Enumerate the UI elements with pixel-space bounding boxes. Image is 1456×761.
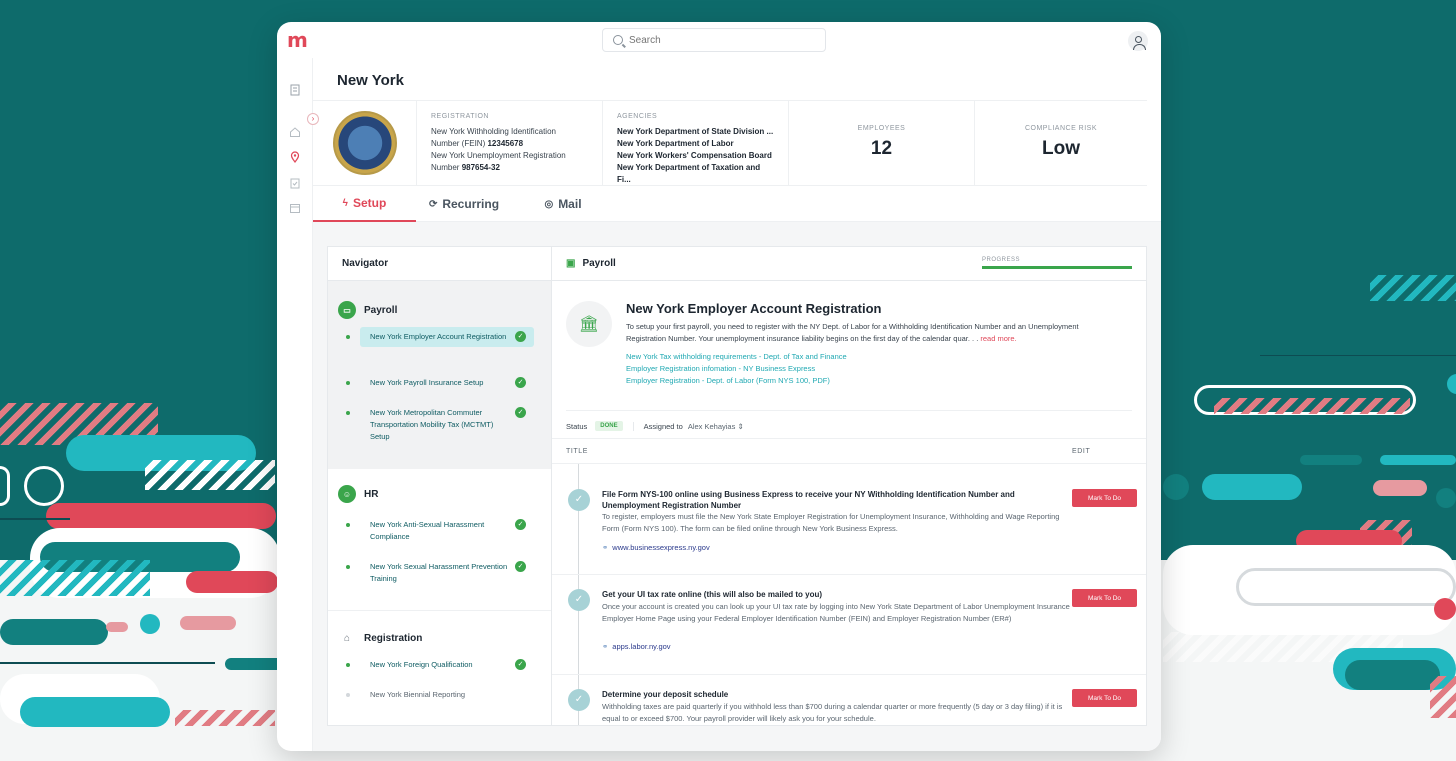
task-header: 🏛 New York Employer Account Registration… [566, 299, 1132, 411]
agencies-info: AGENCIES New York Department of State Di… [603, 101, 789, 185]
tab-recurring[interactable]: ⟳ Recurring [416, 186, 512, 222]
nav-group-title: HR [364, 488, 379, 500]
nav-group-title: Payroll [364, 304, 398, 316]
agency-item[interactable]: New York Workers' Compensation Board [617, 151, 772, 160]
todo-link[interactable]: ⚭ apps.labor.ny.gov [602, 642, 671, 651]
check-icon: ✓ [515, 519, 526, 530]
agency-item[interactable]: New York Department of Labor [617, 139, 734, 148]
employees-stat: EMPLOYEES 12 [789, 101, 975, 185]
resource-link[interactable]: New York Tax withholding requirements - … [626, 351, 847, 363]
check-icon: ✓ [515, 561, 526, 572]
page-title: New York [337, 72, 404, 89]
unemployment-number: 987654-32 [461, 163, 500, 172]
todo-item: ✓ Determine your deposit schedule Withho… [552, 675, 1146, 725]
calendar-icon[interactable] [289, 202, 301, 214]
location-pin-icon[interactable] [289, 151, 301, 163]
mark-to-do-button[interactable]: Mark To Do [1072, 589, 1137, 607]
new-york-state-seal [332, 111, 397, 175]
progress-fill [982, 266, 1132, 269]
check-icon: ✓ [515, 407, 526, 418]
user-profile-button[interactable] [1128, 31, 1148, 51]
link-icon: ⚭ [602, 642, 609, 651]
home-icon[interactable] [289, 126, 301, 138]
tab-setup[interactable]: ϟ Setup [313, 186, 416, 222]
nav-step[interactable]: New York Biennial Reporting [346, 685, 534, 705]
bank-icon: 🏛 [566, 301, 612, 347]
assignee-dropdown[interactable]: Alex Kehayias ⇕ [688, 422, 744, 431]
todo-table-header: TITLE EDIT [552, 438, 1146, 464]
pin-icon: ◎ [544, 198, 554, 210]
setup-panel: Navigator ▭ Payroll New York Employer Ac… [327, 246, 1147, 726]
compliance-risk-stat: COMPLIANCE RISK Low [975, 101, 1147, 185]
progress-bar: PROGRESS [982, 257, 1132, 269]
task-description: To setup your first payroll, you need to… [626, 322, 1079, 343]
user-icon [1132, 35, 1146, 50]
search-icon [613, 35, 623, 45]
resource-links: New York Tax withholding requirements - … [626, 351, 847, 387]
main-content: Navigator ▭ Payroll New York Employer Ac… [313, 222, 1161, 751]
check-icon[interactable]: ✓ [568, 489, 590, 511]
state-info-row: REGISTRATION New York Withholding Identi… [313, 100, 1147, 186]
tab-bar: ϟ Setup ⟳ Recurring ◎ Mail [313, 186, 1161, 222]
nav-group-title: Registration [364, 632, 423, 644]
resource-link[interactable]: Employer Registration infomation - NY Bu… [626, 363, 847, 375]
app-window: m › New York REGISTRATION New York Withh… [277, 22, 1161, 751]
top-bar: m [277, 22, 1161, 58]
resource-link[interactable]: Employer Registration - Dept. of Labor (… [626, 375, 847, 387]
tab-mail[interactable]: ◎ Mail [535, 186, 591, 222]
status-row: Status DONE Assigned to Alex Kehayias ⇕ [566, 421, 744, 431]
status-badge: DONE [595, 421, 623, 431]
search-input[interactable] [629, 34, 799, 46]
todo-link[interactable]: ⚭ www.businessexpress.ny.gov [602, 543, 710, 552]
payroll-icon: ▭ [338, 301, 356, 319]
registration-info: REGISTRATION New York Withholding Identi… [417, 101, 603, 185]
payroll-icon: ▣ [566, 258, 576, 269]
nav-step[interactable]: New York Metropolitan Commuter Transport… [346, 403, 534, 447]
nav-group-hr: ☺ HR New York Anti-Sexual Harassment Com… [328, 469, 551, 611]
nav-step[interactable]: New York Sexual Harassment Prevention Tr… [346, 557, 534, 589]
employees-count: 12 [870, 138, 893, 159]
side-nav: › [277, 58, 319, 751]
agency-item[interactable]: New York Department of State Division ..… [617, 127, 773, 136]
nav-step[interactable]: New York Anti-Sexual Harassment Complian… [346, 515, 534, 547]
nav-step[interactable]: New York Payroll Insurance Setup ✓ [346, 373, 534, 393]
read-more-link[interactable]: read more. [980, 334, 1016, 343]
bank-icon: ⌂ [343, 632, 351, 644]
people-icon: ☺ [338, 485, 356, 503]
compliance-risk-value: Low [1042, 138, 1080, 159]
refresh-icon: ⟳ [428, 198, 438, 210]
check-icon: ✓ [515, 331, 526, 342]
app-logo[interactable]: m [287, 30, 308, 50]
todo-item: ✓ Get your UI tax rate online (this will… [552, 575, 1146, 675]
sort-chevron-icon: ⇕ [737, 421, 744, 431]
clipboard-icon[interactable] [289, 177, 301, 189]
task-detail: ▣ Payroll PROGRESS 🏛 New York Employer A… [552, 247, 1146, 725]
navigator-title: Navigator [328, 247, 551, 281]
mark-to-do-button[interactable]: Mark To Do [1072, 689, 1137, 707]
check-icon[interactable]: ✓ [568, 689, 590, 711]
check-icon: ✓ [515, 377, 526, 388]
todo-item: ✓ File Form NYS-100 online using Busines… [552, 475, 1146, 575]
building-icon[interactable] [289, 84, 301, 96]
mark-to-do-button[interactable]: Mark To Do [1072, 489, 1137, 507]
check-icon: ✓ [515, 659, 526, 670]
nav-step[interactable]: New York Employer Account Registration ✓ [346, 327, 534, 347]
nav-step[interactable]: New York Foreign Qualification ✓ [346, 655, 534, 675]
agency-item[interactable]: New York Department of Taxation and Fi..… [617, 163, 760, 184]
link-icon: ⚭ [602, 543, 609, 552]
bolt-icon: ϟ [342, 197, 348, 209]
check-icon[interactable]: ✓ [568, 589, 590, 611]
navigator: Navigator ▭ Payroll New York Employer Ac… [328, 247, 552, 725]
task-title: New York Employer Account Registration [626, 301, 882, 316]
nav-group-payroll: ▭ Payroll New York Employer Account Regi… [328, 281, 551, 469]
search-box[interactable] [602, 28, 826, 52]
withholding-number: 12345678 [487, 139, 524, 148]
